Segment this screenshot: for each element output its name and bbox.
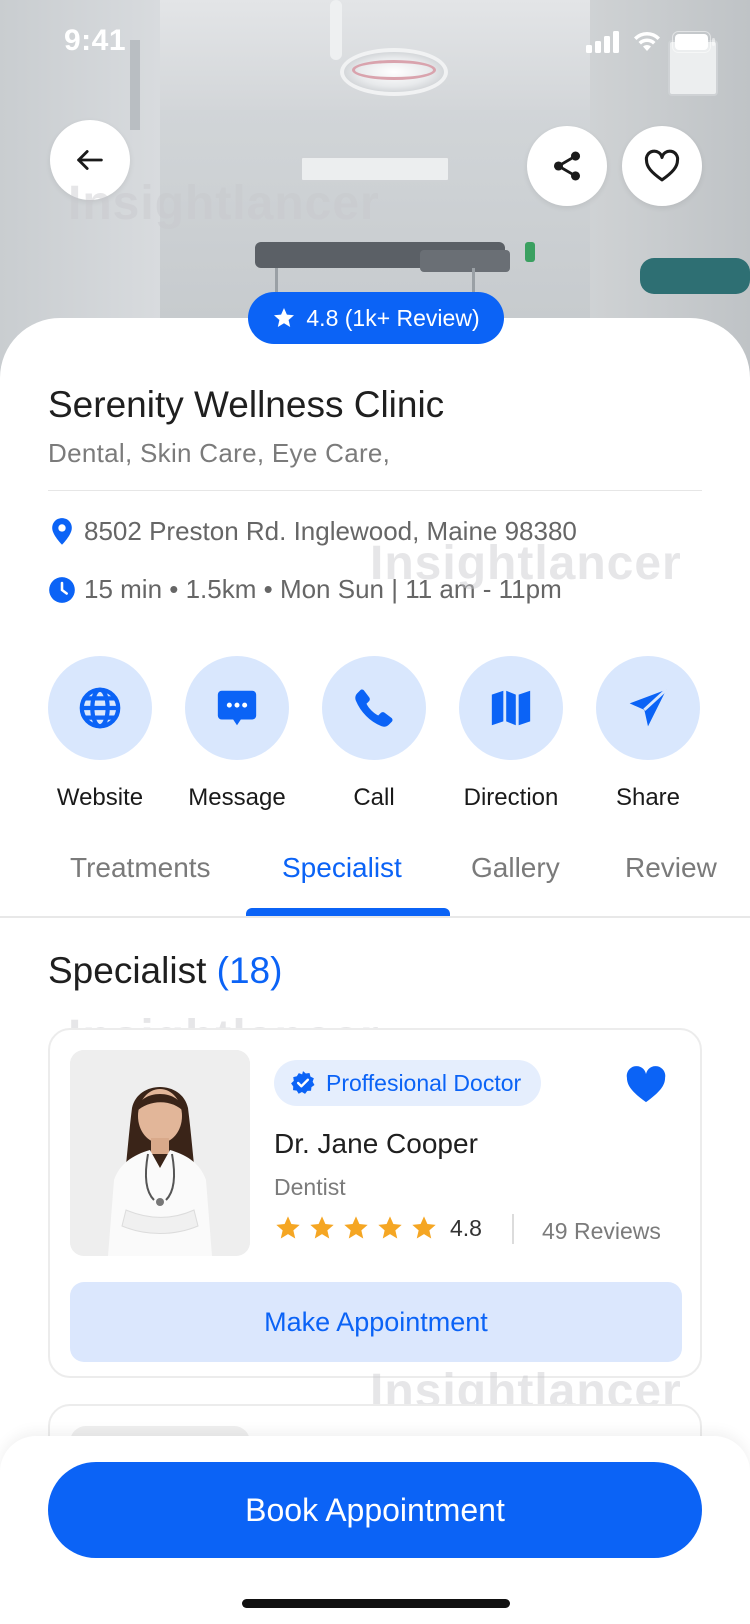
doctor-photo xyxy=(70,1050,250,1256)
direction-action[interactable]: Direction xyxy=(456,656,566,812)
rating-pill: 4.8 (1k+ Review) xyxy=(248,292,504,344)
action-buttons: Website Message Call Direction Share xyxy=(48,656,702,811)
favorite-doctor-button[interactable] xyxy=(624,1064,668,1109)
hours-text: 15 min • 1.5km • Mon Sun | 11 am - 11pm xyxy=(84,574,562,604)
section-title-text: Specialist xyxy=(48,950,207,991)
home-indicator xyxy=(242,1599,510,1608)
doctor-rating: 4.8 xyxy=(274,1214,482,1242)
section-count: (18) xyxy=(216,950,283,991)
address-text: 8502 Preston Rd. Inglewood, Maine 98380 xyxy=(84,516,577,546)
star-icon xyxy=(274,308,295,327)
clinic-categories: Dental, Skin Care, Eye Care, xyxy=(48,438,391,468)
doctor-name: Dr. Jane Cooper xyxy=(274,1128,478,1159)
book-appointment-button[interactable]: Book Appointment xyxy=(48,1462,702,1558)
rating-separator xyxy=(512,1214,514,1244)
globe-icon xyxy=(79,687,121,729)
map-icon xyxy=(491,690,531,726)
heart-outline-icon xyxy=(644,149,680,182)
bottom-bar: Book Appointment xyxy=(0,1436,750,1624)
status-time: 9:41 xyxy=(64,24,127,57)
wifi-icon xyxy=(634,31,660,51)
verified-icon xyxy=(291,1071,315,1094)
battery-icon xyxy=(672,31,715,53)
clinic-name: Serenity Wellness Clinic xyxy=(48,384,445,425)
website-action[interactable]: Website xyxy=(45,656,155,812)
star-icon xyxy=(310,1216,334,1239)
address-row: 8502 Preston Rd. Inglewood, Maine 98380 xyxy=(48,516,577,547)
tab-bar: Treatments Specialist Gallery Review xyxy=(0,842,750,918)
doctor-portrait xyxy=(70,1050,250,1256)
status-bar: 9:41 xyxy=(0,0,750,90)
message-label: Message xyxy=(188,784,286,811)
star-icon xyxy=(412,1216,436,1239)
badge-text: Proffesional Doctor xyxy=(326,1069,522,1096)
section-title: Specialist (18) xyxy=(48,950,282,992)
hours-row: 15 min • 1.5km • Mon Sun | 11 am - 11pm xyxy=(48,574,562,605)
clock-icon xyxy=(49,576,75,603)
star-icon xyxy=(378,1216,402,1239)
direction-label: Direction xyxy=(463,784,559,811)
tab-treatments[interactable]: Treatments xyxy=(70,852,211,884)
doctor-rating-value: 4.8 xyxy=(450,1214,482,1241)
message-action[interactable]: Message xyxy=(182,656,292,812)
share-button[interactable] xyxy=(527,126,607,206)
make-appointment-button[interactable]: Make Appointment xyxy=(70,1282,682,1362)
star-icon xyxy=(344,1216,368,1239)
chat-icon xyxy=(217,690,257,726)
call-label: Call xyxy=(353,784,395,811)
favorite-button[interactable] xyxy=(622,126,702,206)
send-icon xyxy=(629,688,668,727)
arrow-left-icon xyxy=(77,150,103,170)
tab-specialist[interactable]: Specialist xyxy=(282,852,402,884)
doctor-specialty: Dentist xyxy=(274,1174,346,1200)
share-action[interactable]: Share xyxy=(593,656,703,812)
back-button[interactable] xyxy=(50,120,130,200)
specialist-card[interactable]: Proffesional Doctor Dr. Jane Cooper Dent… xyxy=(48,1028,702,1378)
call-action[interactable]: Call xyxy=(319,656,429,812)
tab-gallery[interactable]: Gallery xyxy=(471,852,560,884)
location-pin-icon xyxy=(52,517,72,545)
signal-icon xyxy=(586,31,619,53)
divider xyxy=(48,490,702,491)
website-label: Website xyxy=(56,784,144,811)
rating-pill-text: 4.8 (1k+ Review) xyxy=(306,304,480,331)
professional-badge: Proffesional Doctor xyxy=(274,1060,542,1106)
active-tab-indicator xyxy=(246,908,450,916)
doctor-reviews: 49 Reviews xyxy=(542,1218,661,1244)
phone-icon xyxy=(355,689,393,727)
star-icon xyxy=(276,1216,300,1239)
tab-review[interactable]: Review xyxy=(625,852,717,884)
heart-filled-icon xyxy=(626,1066,666,1103)
status-icons xyxy=(586,30,716,54)
share-label: Share xyxy=(615,784,681,811)
share-icon xyxy=(553,151,581,181)
